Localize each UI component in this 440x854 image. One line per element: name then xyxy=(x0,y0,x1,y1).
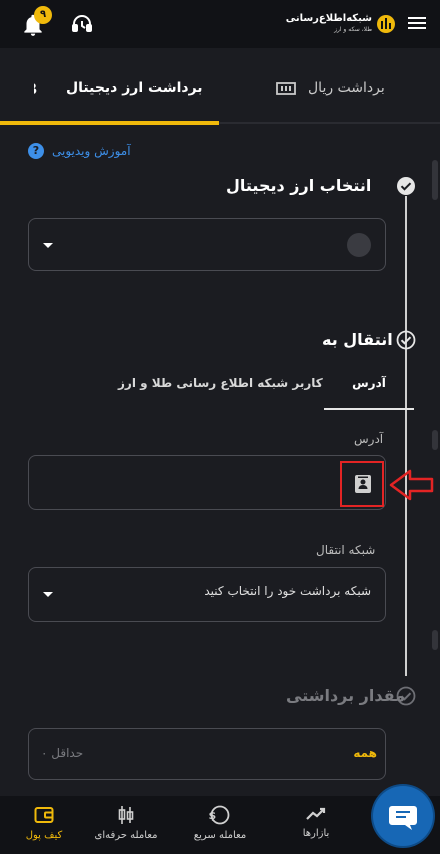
help-icon: ? xyxy=(28,143,44,159)
step3-title: مقدار برداشتی xyxy=(286,686,406,705)
hamburger-menu-icon[interactable] xyxy=(408,14,428,34)
chat-bubble-icon xyxy=(389,806,417,830)
nav-markets[interactable]: بازارها xyxy=(272,804,360,839)
address-book-icon xyxy=(355,475,371,493)
video-tutorial-link[interactable]: آموزش ویدیویی ? xyxy=(28,142,131,160)
withdraw-tabs: برداشت ارز دیجیتال ₿ برداشت ریال xyxy=(0,48,440,126)
scrollbar-thumb[interactable] xyxy=(432,160,438,200)
address-book-button[interactable] xyxy=(340,461,384,507)
scrollbar-marker xyxy=(432,430,438,450)
bitcoin-icon: ₿ xyxy=(34,79,37,98)
logo-mark-icon xyxy=(377,15,395,33)
tab-crypto-withdraw[interactable]: برداشت ارز دیجیتال ₿ xyxy=(34,68,203,108)
nav-quick-trade-label: معامله سریع xyxy=(193,830,247,841)
notification-badge: ۹ xyxy=(34,6,52,24)
step1-check-icon xyxy=(397,177,415,195)
candlestick-icon xyxy=(118,806,134,824)
logo-subtitle: طلا، سکه و ارز xyxy=(334,26,372,33)
tab-rial-withdraw[interactable]: برداشت ریال xyxy=(276,68,385,108)
tab-rial-label: برداشت ریال xyxy=(308,80,385,96)
step2-check-icon xyxy=(396,330,416,350)
tab-divider xyxy=(219,122,440,124)
amount-input[interactable]: همه حداقل ۰ xyxy=(28,728,386,780)
withdraw-all-button[interactable]: همه xyxy=(353,746,377,760)
nav-pro-trade-label: معامله حرفه‌ای xyxy=(94,830,158,841)
step2-title: انتقال به xyxy=(322,330,393,349)
subtab-active-indicator xyxy=(324,408,414,410)
chat-support-button[interactable] xyxy=(373,786,433,846)
video-tutorial-label: آموزش ویدیویی xyxy=(52,144,131,158)
svg-text:$: $ xyxy=(209,809,216,822)
top-bar: ۹ شبکه‌اطلاع‌رسانی طلا، سکه و ارز xyxy=(0,0,440,48)
tab-crypto-label: برداشت ارز دیجیتال xyxy=(66,80,203,96)
nav-wallet-label: کیف پول xyxy=(25,830,63,841)
nav-pro-trade[interactable]: معامله حرفه‌ای xyxy=(82,804,170,841)
app-logo[interactable]: شبکه‌اطلاع‌رسانی طلا، سکه و ارز xyxy=(286,12,396,36)
subtab-address[interactable]: آدرس xyxy=(324,376,414,390)
network-select[interactable]: شبکه برداشت خود را انتخاب کنید xyxy=(28,567,386,622)
amount-placeholder: حداقل ۰ xyxy=(41,746,84,760)
trend-up-icon xyxy=(306,807,326,820)
step1-title: انتخاب ارز دیجیتال xyxy=(226,176,372,195)
scrollbar-marker xyxy=(432,630,438,650)
address-label: آدرس xyxy=(354,432,384,446)
coin-placeholder-icon xyxy=(347,233,371,257)
subtab-platform-user[interactable]: کاربر شبکه اطلاع رسانی طلا و ارز xyxy=(118,376,323,390)
banknote-icon xyxy=(276,82,296,95)
nav-quick-trade[interactable]: $ معامله سریع xyxy=(176,804,264,841)
network-label: شبکه انتقال xyxy=(316,543,376,557)
network-placeholder: شبکه برداشت خود را انتخاب کنید xyxy=(204,584,371,598)
steps-timeline xyxy=(405,196,407,676)
nav-wallet[interactable]: کیف پول xyxy=(0,804,88,841)
wallet-icon xyxy=(34,807,54,823)
exchange-dollar-icon: $ xyxy=(209,805,230,825)
crypto-select[interactable] xyxy=(28,218,386,271)
active-tab-indicator xyxy=(0,121,219,125)
address-input[interactable] xyxy=(28,455,386,510)
annotation-arrow-icon xyxy=(389,469,434,501)
chevron-down-icon xyxy=(43,243,53,248)
destination-subtabs: آدرس کاربر شبکه اطلاع رسانی طلا و ارز xyxy=(28,362,414,410)
logo-name: شبکه‌اطلاع‌رسانی xyxy=(285,13,372,24)
support-headset-icon[interactable] xyxy=(70,12,94,36)
chevron-down-icon xyxy=(43,592,53,597)
nav-markets-label: بازارها xyxy=(302,828,330,839)
svg-text:₿: ₿ xyxy=(34,79,37,98)
